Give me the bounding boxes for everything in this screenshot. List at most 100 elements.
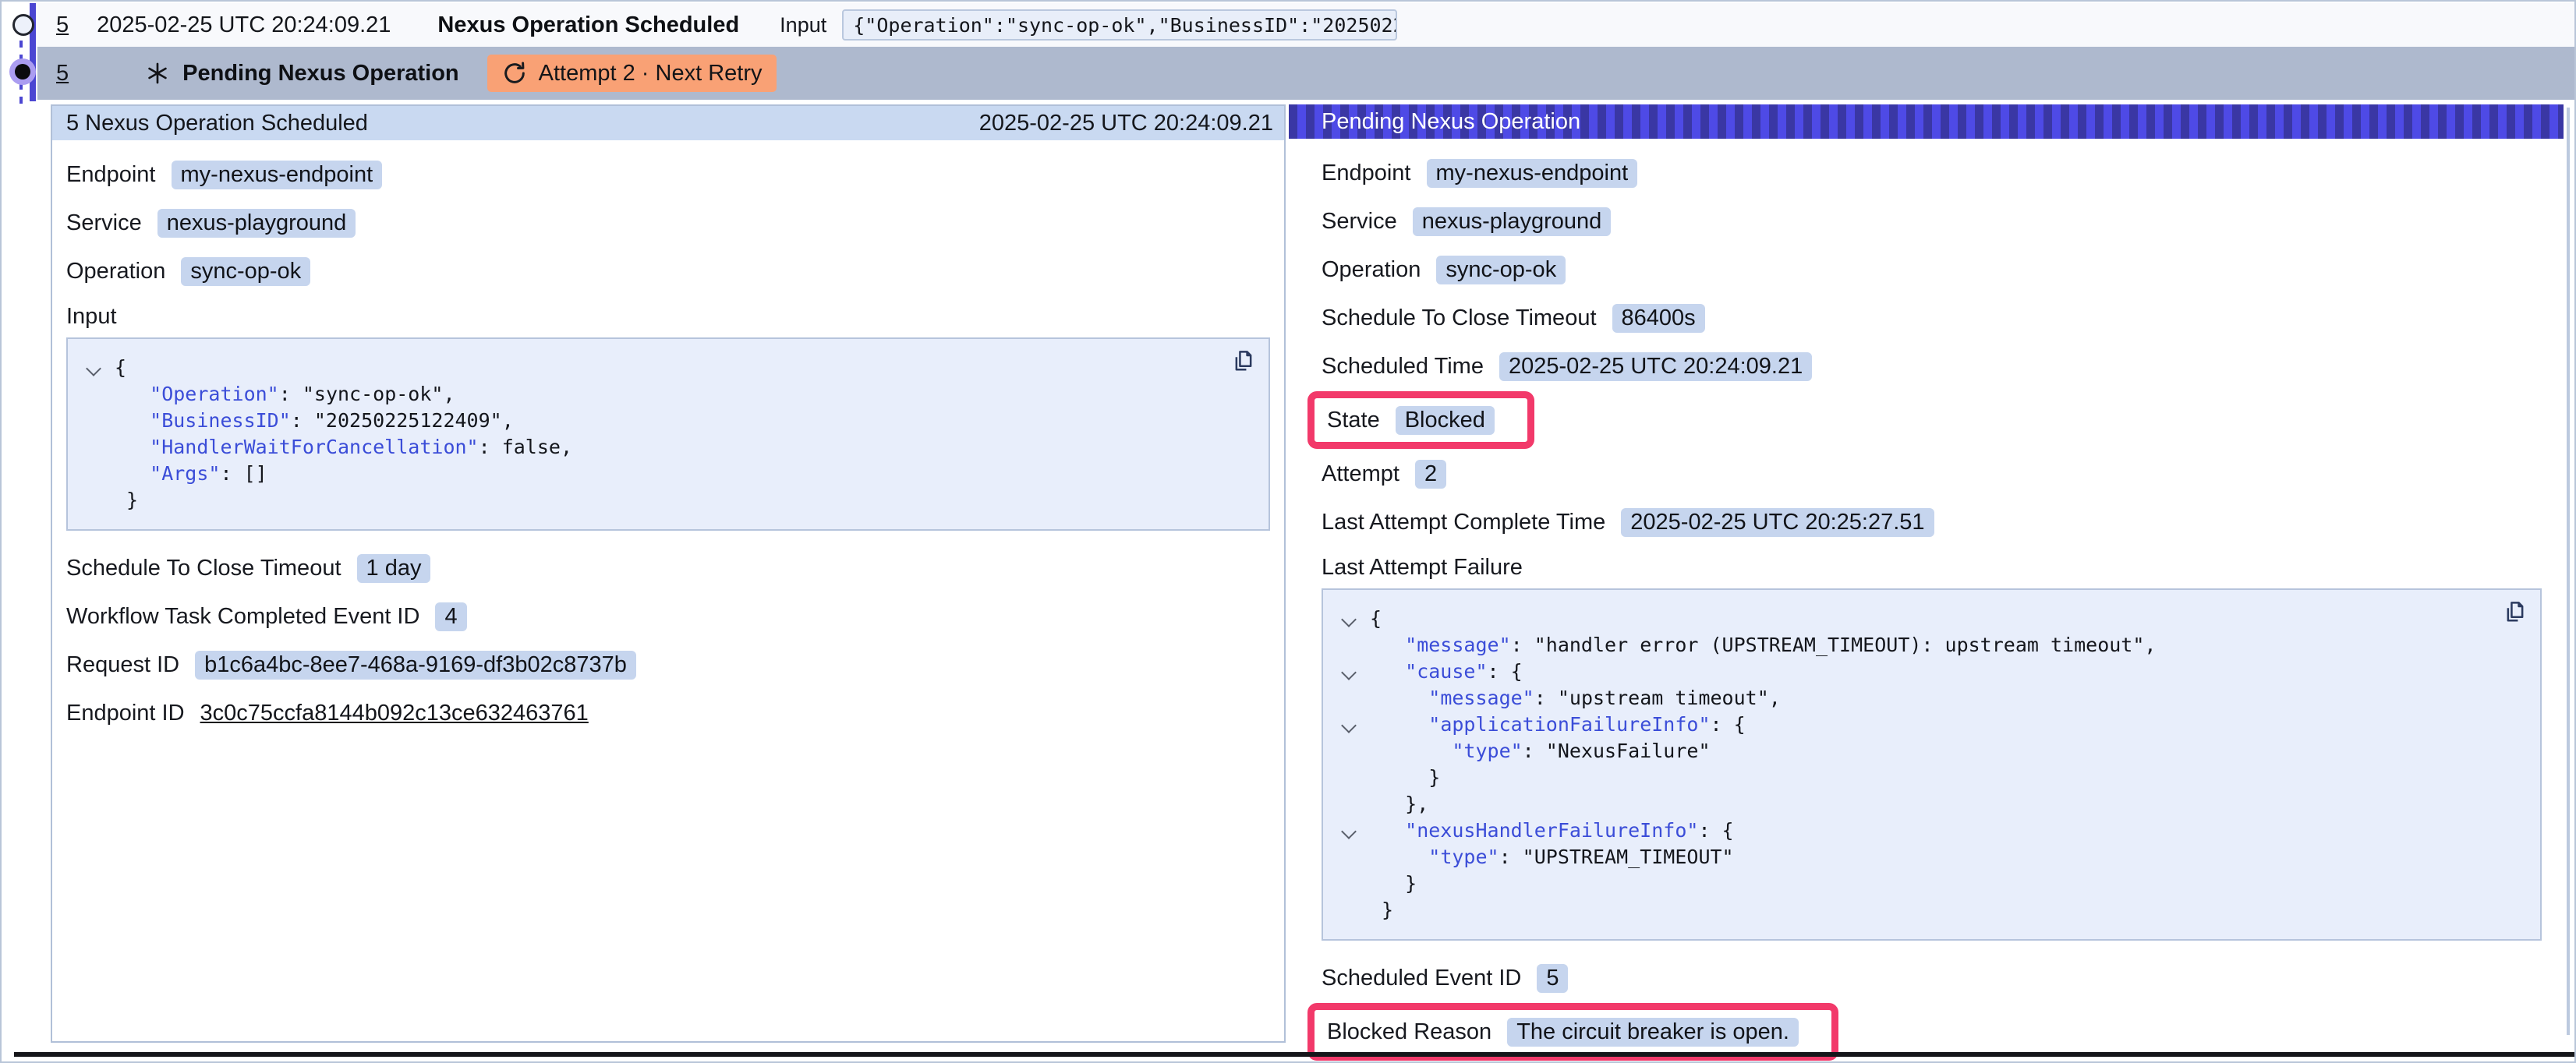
field-schedule-to-close-timeout: Schedule To Close Timeout 86400s	[1322, 302, 2542, 334]
field-label: Request ID	[66, 652, 179, 678]
code-line: }	[1370, 897, 2521, 924]
collapse-chevron-icon[interactable]	[86, 361, 101, 376]
annotation-highlight-state: State Blocked	[1307, 391, 1534, 449]
field-service: Service nexus-playground	[1322, 206, 2542, 237]
field-value: my-nexus-endpoint	[1427, 159, 1638, 188]
timeline-marker-current-icon	[9, 58, 36, 85]
scheduled-panel-body: Endpoint my-nexus-endpoint Service nexus-pl…	[52, 140, 1284, 729]
field-label: Attempt	[1322, 461, 1399, 487]
collapse-chevron-icon[interactable]	[1341, 718, 1357, 733]
retry-badge-label: Attempt 2 · Next Retry	[539, 61, 763, 87]
scheduled-panel-header: 5 Nexus Operation Scheduled 2025-02-25 U…	[52, 106, 1284, 140]
code-line: "type": "NexusFailure"	[1370, 738, 2521, 765]
field-label: Operation	[66, 259, 165, 284]
field-label-last-attempt-failure: Last Attempt Failure	[1322, 555, 2542, 581]
event-id-link[interactable]: 5	[56, 12, 69, 38]
collapse-chevron-icon[interactable]	[1341, 612, 1357, 627]
field-label: Service	[66, 210, 142, 236]
scheduled-event-detail-panel: 5 Nexus Operation Scheduled 2025-02-25 U…	[51, 104, 1286, 1043]
field-value: nexus-playground	[157, 209, 356, 238]
code-line: "applicationFailureInfo": {	[1370, 712, 2521, 738]
field-value: my-nexus-endpoint	[172, 161, 383, 189]
field-label: Operation	[1322, 257, 1421, 283]
field-value: sync-op-ok	[181, 257, 310, 286]
field-scheduled-event-id: Scheduled Event ID 5	[1322, 962, 2542, 994]
field-value: 2	[1415, 460, 1446, 489]
field-value: The circuit breaker is open.	[1507, 1018, 1799, 1047]
code-line: "BusinessID": "20250225122409",	[115, 408, 1250, 434]
field-value: 2025-02-25 UTC 20:25:27.51	[1621, 508, 1934, 537]
field-label: Workflow Task Completed Event ID	[66, 604, 419, 630]
event-name: Pending Nexus Operation	[182, 61, 459, 87]
pending-panel-header: Pending Nexus Operation	[1289, 104, 2564, 139]
code-line: "type": "UPSTREAM_TIMEOUT"	[1370, 844, 2521, 871]
pending-operation-panel: Pending Nexus Operation Endpoint my-nexus…	[1289, 104, 2564, 1063]
code-line: }	[115, 487, 1250, 514]
field-label: Endpoint	[1322, 161, 1411, 186]
field-workflow-task-completed-event-id: Workflow Task Completed Event ID 4	[66, 601, 1270, 632]
field-endpoint: Endpoint my-nexus-endpoint	[1322, 157, 2542, 189]
pending-panel-title: Pending Nexus Operation	[1322, 109, 1580, 135]
input-preview-chip[interactable]: {"Operation":"sync-op-ok","BusinessID":"…	[842, 9, 1397, 41]
field-value: b1c6a4bc-8ee7-468a-9169-df3b02c8737b	[195, 651, 636, 680]
field-label: Blocked Reason	[1327, 1019, 1491, 1045]
history-row-pending-nexus-operation[interactable]: 5 Pending Nexus Operation Attempt 2 · Ne…	[37, 47, 2574, 100]
retry-icon	[501, 60, 528, 87]
field-label: Scheduled Event ID	[1322, 966, 1521, 991]
event-detail-panels: 5 Nexus Operation Scheduled 2025-02-25 U…	[51, 104, 2564, 1063]
code-line: {	[1370, 606, 2521, 632]
event-timestamp: 2025-02-25 UTC 20:24:09.21	[97, 12, 391, 38]
code-block-last-attempt-failure: { "message": "handler error (UPSTREAM_TI…	[1322, 588, 2542, 941]
code-line: {	[115, 355, 1250, 381]
field-state: State Blocked	[1327, 404, 1495, 436]
field-endpoint-id: Endpoint ID 3c0c75ccfa8144b092c13ce632463…	[66, 697, 1270, 729]
field-label: Scheduled Time	[1322, 354, 1484, 380]
pending-operation-asterisk-icon	[145, 61, 170, 86]
event-history-rows: 5 2025-02-25 UTC 20:24:09.21 Nexus Opera…	[2, 2, 2574, 100]
history-row-nexus-operation-scheduled[interactable]: 5 2025-02-25 UTC 20:24:09.21 Nexus Opera…	[37, 3, 2574, 47]
field-label: Endpoint ID	[66, 701, 185, 726]
code-line: "Args": []	[115, 461, 1250, 487]
field-request-id: Request ID b1c6a4bc-8ee7-468a-9169-df3b02…	[66, 649, 1270, 680]
field-label-input: Input	[66, 304, 1270, 330]
field-schedule-to-close-timeout: Schedule To Close Timeout1 day	[66, 553, 1270, 584]
field-label: Endpoint	[66, 162, 156, 188]
field-value: sync-op-ok	[1436, 256, 1566, 284]
collapse-chevron-icon[interactable]	[1341, 824, 1357, 839]
scrollbar[interactable]	[2567, 108, 2570, 1035]
timeline-marker-open-icon	[12, 14, 34, 36]
field-value: 5	[1537, 964, 1568, 993]
code-line: "HandlerWaitForCancellation": false,	[115, 434, 1250, 461]
code-line: },	[1370, 791, 2521, 818]
workflow-event-history-screen: 5 2025-02-25 UTC 20:24:09.21 Nexus Opera…	[0, 0, 2576, 1063]
field-label: State	[1327, 408, 1380, 433]
field-value: 86400s	[1612, 304, 1705, 333]
code-line: "message": "handler error (UPSTREAM_TIME…	[1370, 632, 2521, 659]
field-last-attempt-complete-time: Last Attempt Complete Time 2025-02-25 UTC…	[1322, 507, 2542, 538]
field-blocked-reason: Blocked Reason The circuit breaker is ope…	[1327, 1016, 1799, 1047]
field-operation: Operation sync-op-ok	[1322, 254, 2542, 285]
field-label: Last Attempt Complete Time	[1322, 510, 1605, 535]
field-value[interactable]: 3c0c75ccfa8144b092c13ce632463761	[200, 701, 589, 726]
code-line: }	[1370, 765, 2521, 791]
field-label: Schedule To Close Timeout	[66, 556, 341, 581]
pending-panel-body: Endpoint my-nexus-endpoint Service nexus-pl…	[1289, 139, 2564, 1063]
field-value: Blocked	[1396, 406, 1495, 435]
collapse-chevron-icon[interactable]	[1341, 665, 1357, 680]
field-scheduled-time: Scheduled Time2025-02-25 UTC 20:24:09.21	[1322, 351, 2542, 382]
field-label: Schedule To Close Timeout	[1322, 305, 1597, 331]
scheduled-panel-timestamp: 2025-02-25 UTC 20:24:09.21	[979, 111, 1273, 136]
field-label: Service	[1322, 209, 1397, 235]
event-id-link[interactable]: 5	[56, 61, 69, 87]
retry-attempt-badge: Attempt 2 · Next Retry	[487, 55, 777, 92]
field-operation: Operation sync-op-ok	[66, 256, 1270, 287]
event-name: Nexus Operation Scheduled	[437, 12, 739, 38]
field-value: 4	[435, 602, 466, 631]
field-service: Service nexus-playground	[66, 207, 1270, 238]
field-value: nexus-playground	[1413, 207, 1612, 236]
field-attempt: Attempt 2	[1322, 458, 2542, 489]
code-line: }	[1370, 871, 2521, 897]
input-preview-label: Input	[780, 13, 826, 37]
code-line: "nexusHandlerFailureInfo": {	[1370, 818, 2521, 844]
code-block-input: { "Operation": "sync-op-ok", "BusinessID…	[66, 337, 1270, 531]
